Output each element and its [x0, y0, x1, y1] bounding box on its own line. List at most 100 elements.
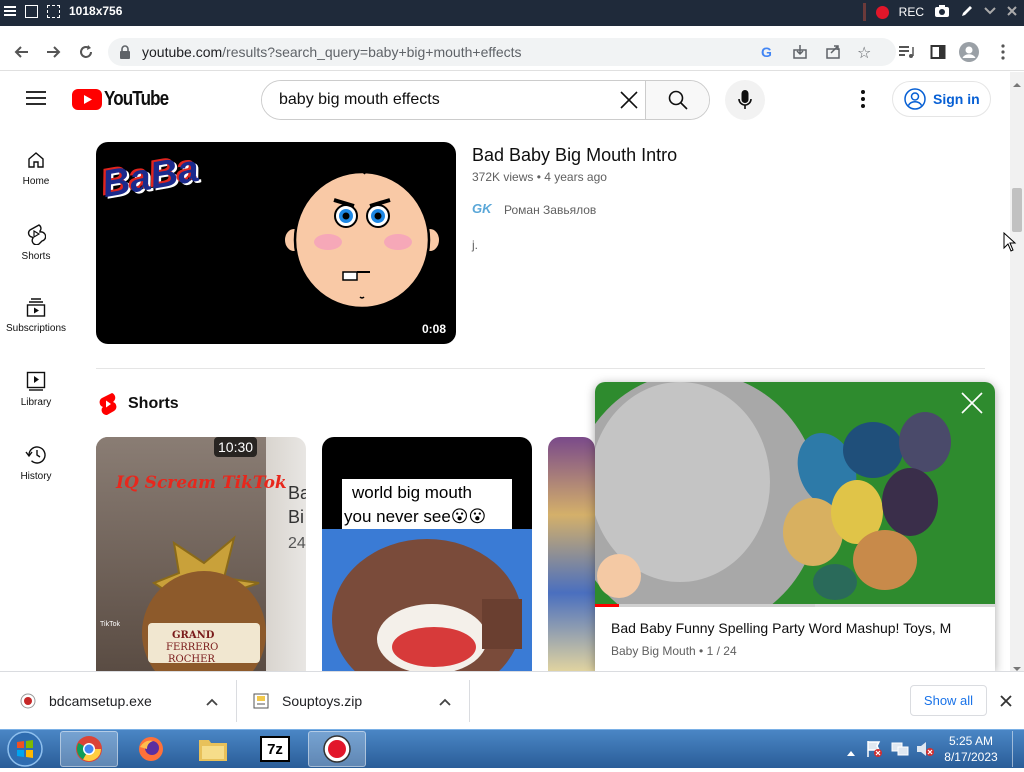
- tray-expand-icon[interactable]: [846, 744, 856, 762]
- shorts-heading: Shorts: [128, 395, 179, 412]
- miniplayer-channel[interactable]: Baby Big Mouth: [611, 644, 696, 658]
- divider: [862, 3, 866, 21]
- video-description: j.: [472, 238, 478, 252]
- download-filename: Souptoys.zip: [282, 693, 363, 709]
- google-icon[interactable]: G: [761, 44, 772, 60]
- url-text[interactable]: youtube.com/results?search_query=baby+bi…: [142, 44, 522, 60]
- camera-icon[interactable]: [934, 4, 950, 21]
- kebab-menu-icon[interactable]: [991, 40, 1015, 64]
- mouse-cursor-icon: [1003, 231, 1017, 257]
- settings-menu-icon[interactable]: [861, 90, 865, 113]
- voice-search-button[interactable]: [725, 80, 765, 120]
- search-box: [261, 80, 710, 120]
- start-button[interactable]: [4, 731, 46, 767]
- search-button[interactable]: [645, 81, 709, 119]
- rec-label[interactable]: REC: [899, 5, 924, 19]
- account-icon: [904, 88, 926, 110]
- sidebar-item-library[interactable]: Library: [0, 371, 72, 408]
- crop-icon[interactable]: [47, 4, 60, 18]
- video-meta: 372K views • 4 years ago: [472, 170, 607, 184]
- scrollbar-thumb[interactable]: [1012, 188, 1022, 232]
- youtube-logo[interactable]: YouTube: [72, 88, 180, 111]
- install-icon[interactable]: [792, 44, 808, 65]
- window-icon[interactable]: [25, 4, 38, 18]
- miniplayer-buffer-bar: [595, 604, 815, 607]
- tiktok-watermark: TikTok: [100, 621, 120, 628]
- section-divider: [96, 368, 985, 369]
- channel-name: Роман Завьялов: [504, 203, 597, 217]
- baby-face-illustration: [284, 166, 440, 310]
- search-icon: [668, 90, 688, 110]
- short-caption: world big mouth: [352, 483, 473, 502]
- media-icon[interactable]: [894, 40, 918, 64]
- taskbar-firefox-button[interactable]: [122, 731, 180, 767]
- search-input[interactable]: [262, 81, 647, 119]
- sidebar-item-label: Shorts: [21, 251, 51, 262]
- profile-avatar-icon[interactable]: [957, 40, 981, 64]
- channel-link[interactable]: GK Роман Завьялов: [472, 201, 596, 219]
- sidebar-item-history[interactable]: History: [0, 445, 72, 482]
- address-bar[interactable]: youtube.com/results?search_query=baby+bi…: [108, 38, 896, 66]
- download-item-souptoys[interactable]: Souptoys.zip: [253, 672, 469, 730]
- windows-logo-icon: [7, 731, 43, 767]
- short-card-2[interactable]: world big mouth you never see😮😮: [322, 437, 532, 671]
- reload-icon[interactable]: [74, 40, 98, 64]
- clear-search-icon[interactable]: [620, 91, 638, 114]
- action-center-flag-icon[interactable]: [866, 740, 882, 763]
- miniplayer-progress-track[interactable]: [595, 604, 995, 607]
- volume-muted-icon[interactable]: [916, 741, 934, 762]
- download-item-bdcamsetup[interactable]: bdcamsetup.exe: [20, 672, 236, 730]
- taskbar-explorer-button[interactable]: [184, 731, 242, 767]
- recorder-title-bar: 1018x756 REC: [0, 0, 1024, 26]
- chevron-down-icon[interactable]: [984, 5, 996, 19]
- shorts-logo-icon: [99, 393, 117, 416]
- share-icon[interactable]: [825, 44, 841, 65]
- show-all-downloads-button[interactable]: Show all: [910, 685, 987, 716]
- close-downloads-icon[interactable]: [1000, 694, 1012, 712]
- hamburger-menu-icon[interactable]: [26, 90, 46, 111]
- side-panel-icon[interactable]: [926, 40, 950, 64]
- download-divider: [236, 680, 237, 722]
- lock-icon[interactable]: [119, 45, 131, 64]
- windows-taskbar: 7z 5:25 AM 8/17/2023: [0, 729, 1024, 768]
- show-desktop-button[interactable]: [1012, 731, 1023, 767]
- sidebar-item-subscriptions[interactable]: Subscriptions: [0, 297, 72, 334]
- system-clock[interactable]: 5:25 AM 8/17/2023: [936, 733, 1006, 765]
- taskbar-7zip-button[interactable]: 7z: [246, 731, 304, 767]
- network-icon[interactable]: [891, 741, 909, 762]
- video-thumbnail[interactable]: BaBa 0:08: [96, 142, 456, 344]
- sidebar-item-shorts[interactable]: Shorts: [0, 223, 72, 262]
- folder-icon: [199, 740, 227, 761]
- shorts-header: Shorts: [98, 392, 179, 416]
- menu-icon[interactable]: [4, 6, 16, 16]
- chevron-up-icon[interactable]: [206, 693, 218, 709]
- sidebar-item-label: History: [20, 471, 52, 482]
- video-duration: 0:08: [417, 320, 450, 338]
- browser-toolbar: youtube.com/results?search_query=baby+bi…: [0, 33, 1024, 71]
- close-miniplayer-icon[interactable]: [959, 390, 985, 421]
- pencil-icon[interactable]: [960, 4, 974, 21]
- bandicam-file-icon: [20, 693, 36, 709]
- back-icon[interactable]: [10, 40, 34, 64]
- sidebar-item-home[interactable]: Home: [0, 150, 72, 187]
- forward-icon[interactable]: [41, 40, 65, 64]
- clock-date: 8/17/2023: [944, 750, 998, 764]
- taskbar-bandicam-button[interactable]: [308, 731, 366, 767]
- url-host: youtube.com: [142, 44, 223, 60]
- chevron-up-icon[interactable]: [439, 693, 451, 709]
- bookmark-star-icon[interactable]: ☆: [857, 43, 871, 63]
- close-icon[interactable]: [1006, 5, 1018, 20]
- short-side-text: Ba: [288, 483, 306, 503]
- download-filename: bdcamsetup.exe: [49, 693, 152, 709]
- sign-in-label: Sign in: [933, 91, 980, 107]
- scroll-up-arrow-icon[interactable]: [1012, 75, 1022, 93]
- miniplayer[interactable]: Bad Baby Funny Spelling Party Word Mashu…: [595, 382, 995, 671]
- taskbar-chrome-button[interactable]: [60, 731, 118, 767]
- record-icon[interactable]: [875, 5, 889, 19]
- page-scrollbar[interactable]: [1010, 72, 1024, 671]
- short-card-3[interactable]: [548, 437, 595, 671]
- miniplayer-title[interactable]: Bad Baby Funny Spelling Party Word Mashu…: [611, 620, 981, 636]
- video-title[interactable]: Bad Baby Big Mouth Intro: [472, 145, 677, 166]
- sign-in-button[interactable]: Sign in: [892, 81, 991, 117]
- short-card-1[interactable]: 10:30 IQ Scream TikTok Ba Bi 24 GRAND FE…: [96, 437, 306, 671]
